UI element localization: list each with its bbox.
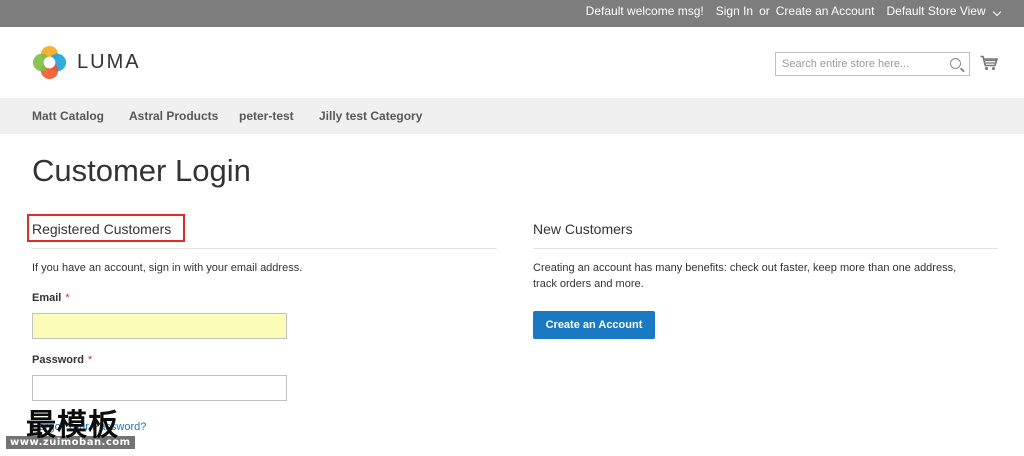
password-field[interactable] [32, 375, 287, 401]
new-customers-title: New Customers [533, 221, 633, 237]
logo-text: LUMA [77, 51, 141, 73]
watermark-url: www.zuimoban.com [6, 436, 135, 449]
search-box[interactable] [775, 52, 970, 76]
search-input[interactable] [776, 53, 936, 75]
create-account-button[interactable]: Create an Account [533, 311, 655, 339]
header-links: Default welcome msg! Sign In or Create a… [585, 4, 1002, 18]
nav-item-peter-test[interactable]: peter-test [239, 109, 294, 123]
nav-item-jilly-test-category[interactable]: Jilly test Category [319, 109, 422, 123]
store-switcher[interactable]: Default Store View [886, 4, 1002, 18]
nav-item-matt-catalog[interactable]: Matt Catalog [32, 109, 104, 123]
email-label-text: Email [32, 292, 62, 304]
email-input[interactable] [33, 314, 286, 338]
search-icon[interactable] [950, 58, 961, 69]
watermark: 最模板 www.zuimoban.com [6, 400, 158, 454]
shopping-cart-icon[interactable] [980, 55, 998, 71]
nav-item-astral-products[interactable]: Astral Products [129, 109, 218, 123]
email-field[interactable] [32, 313, 287, 339]
page-title: Customer Login [32, 153, 251, 188]
required-mark: * [87, 354, 93, 366]
create-account-link[interactable]: Create an Account [776, 4, 875, 18]
registered-divider [32, 248, 497, 249]
category-nav: Matt Catalog Astral Products peter-test … [0, 98, 1024, 134]
password-label: Password * [32, 354, 92, 366]
welcome-message: Default welcome msg! [585, 4, 704, 18]
required-mark: * [65, 292, 70, 304]
store-view-label: Default Store View [886, 4, 986, 18]
password-label-text: Password [32, 354, 84, 366]
or-separator: or [759, 4, 770, 18]
email-label: Email * [32, 292, 70, 304]
new-customers-divider [533, 248, 998, 249]
registered-customers-title: Registered Customers [32, 221, 172, 237]
chevron-down-icon [992, 7, 1002, 17]
password-input[interactable] [33, 376, 286, 400]
sign-in-link[interactable]: Sign In [716, 4, 753, 18]
luma-logo-icon [32, 45, 67, 80]
top-bar: Default welcome msg! Sign In or Create a… [0, 0, 1024, 27]
new-customers-note: Creating an account has many benefits: c… [533, 262, 957, 290]
registered-note: If you have an account, sign in with you… [32, 262, 303, 274]
luma-logo[interactable]: LUMA [32, 45, 141, 80]
